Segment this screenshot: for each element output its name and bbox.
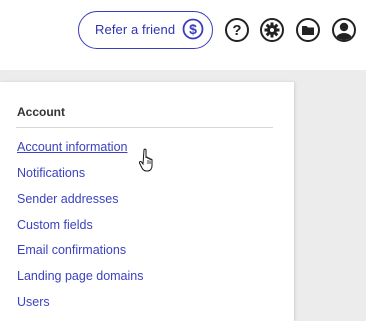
folder-icon[interactable]	[295, 17, 321, 43]
menu-item-notifications[interactable]: Notifications	[17, 166, 85, 180]
menu-item-email-confirmations[interactable]: Email confirmations	[17, 243, 126, 257]
dropdown-heading: Account	[17, 105, 65, 119]
svg-text:?: ?	[232, 22, 241, 39]
help-icon[interactable]: ?	[224, 17, 250, 43]
account-dropdown-menu: Account Account information Notification…	[0, 82, 294, 321]
dollar-icon: $	[182, 18, 204, 40]
menu-item-users[interactable]: Users	[17, 295, 50, 309]
menu-item-sender-addresses[interactable]: Sender addresses	[17, 192, 118, 206]
user-icon[interactable]	[331, 17, 357, 43]
top-bar: Refer a friend $ ?	[0, 0, 366, 70]
gear-icon[interactable]	[259, 17, 285, 43]
hand-cursor-icon	[138, 148, 157, 174]
refer-button-label: Refer a friend	[95, 22, 176, 37]
divider	[16, 127, 273, 128]
svg-text:$: $	[189, 21, 197, 37]
menu-item-account-information[interactable]: Account information	[17, 140, 127, 154]
menu-item-custom-fields[interactable]: Custom fields	[17, 218, 93, 232]
refer-a-friend-button[interactable]: Refer a friend $	[78, 11, 213, 49]
menu-item-landing-page-domains[interactable]: Landing page domains	[17, 269, 144, 283]
